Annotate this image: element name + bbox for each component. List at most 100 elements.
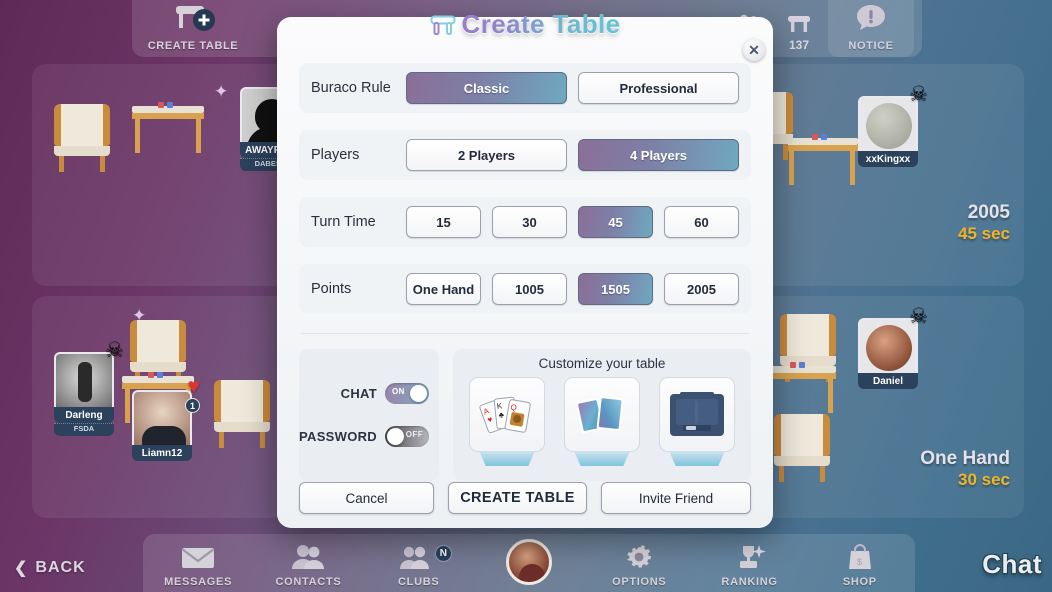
table-felt-thumb[interactable] bbox=[659, 377, 735, 452]
option-turntime-60[interactable]: 60 bbox=[664, 206, 739, 238]
option-buttons: Classic Professional bbox=[406, 72, 739, 104]
nav-label-shop: SHOP bbox=[842, 576, 877, 588]
room-turn-time: 30 sec bbox=[958, 469, 1010, 489]
nav-label-clubs: CLUBS bbox=[398, 576, 440, 588]
skull-icon: ☠ bbox=[909, 83, 928, 106]
thumb-wrap-card-faces: A ♥ K ♣ Q bbox=[466, 377, 548, 466]
table-furniture bbox=[132, 102, 204, 153]
sparkle-icon: ✦ bbox=[214, 82, 229, 101]
cancel-button[interactable]: Cancel bbox=[299, 482, 434, 514]
create-table-button[interactable]: CREATE TABLE bbox=[132, 0, 254, 57]
invite-friend-button[interactable]: Invite Friend bbox=[601, 482, 751, 514]
close-icon[interactable]: ✕ bbox=[743, 39, 765, 61]
player-count-badge: 1 bbox=[185, 398, 200, 413]
nav-item-profile[interactable] bbox=[474, 534, 584, 592]
chevron-left-icon: ❮ bbox=[14, 560, 29, 577]
nav-item-contacts[interactable]: CONTACTS bbox=[253, 534, 363, 592]
chat-password-panel: CHAT ON PASSWORD OFF bbox=[299, 349, 439, 481]
player-card[interactable]: Daniel ☠ bbox=[858, 306, 928, 389]
create-table-label: CREATE TABLE bbox=[147, 40, 239, 52]
clubs-icon bbox=[399, 543, 439, 576]
options-rows: Buraco Rule Classic Professional Players… bbox=[299, 63, 751, 331]
notice-button[interactable]: NOTICE bbox=[828, 0, 914, 57]
room-panel-1[interactable]: ✦ AWAYFRO DABEST ♣ 2 bbox=[32, 64, 312, 286]
create-table-button[interactable]: CREATE TABLE bbox=[448, 482, 587, 514]
option-row-turn-time: Turn Time 15 30 45 60 bbox=[299, 197, 751, 247]
heart-icon: ♥ bbox=[187, 375, 200, 398]
option-turntime-45[interactable]: 45 bbox=[578, 206, 653, 238]
option-points-2005[interactable]: 2005 bbox=[664, 273, 739, 305]
password-toggle-row: PASSWORD OFF bbox=[299, 426, 429, 447]
shop-bag-icon: $ bbox=[844, 543, 876, 576]
room-info: 2005 45 sec bbox=[958, 202, 1010, 243]
option-turntime-15[interactable]: 15 bbox=[406, 206, 481, 238]
chat-button[interactable]: Chat bbox=[982, 549, 1042, 580]
room-panel-3[interactable]: xxKingxx ☠ 2005 45 sec bbox=[737, 64, 1024, 286]
room-points: One Hand bbox=[920, 448, 1010, 469]
open-tables-counter: 137 bbox=[786, 13, 812, 52]
nav-item-shop[interactable]: $ SHOP bbox=[805, 534, 915, 592]
customize-title: Customize your table bbox=[538, 356, 666, 371]
option-players-4[interactable]: 4 Players bbox=[578, 139, 739, 171]
chat-toggle-row: CHAT ON bbox=[299, 383, 429, 404]
open-tables-count: 137 bbox=[788, 38, 810, 52]
trophy-icon bbox=[731, 543, 769, 576]
chat-toggle[interactable]: ON bbox=[385, 383, 429, 404]
thumb-base bbox=[479, 451, 535, 466]
room-info: One Hand 30 sec bbox=[920, 448, 1010, 489]
player-card[interactable]: xxKingxx ☠ bbox=[858, 84, 928, 167]
nav-label-contacts: CONTACTS bbox=[275, 576, 342, 588]
option-players-2[interactable]: 2 Players bbox=[406, 139, 567, 171]
option-points-1505[interactable]: 1505 bbox=[578, 273, 653, 305]
nav-item-options[interactable]: OPTIONS bbox=[584, 534, 694, 592]
nav-item-messages[interactable]: MESSAGES bbox=[143, 534, 253, 592]
create-table-dialog: Create Table ✕ Buraco Rule Classic Profe… bbox=[277, 9, 773, 528]
chair-furniture bbox=[54, 104, 110, 172]
room-panel-4[interactable]: Daniel ☠ One Hand 30 sec ✦ bbox=[742, 296, 1024, 518]
contacts-icon bbox=[289, 543, 327, 576]
chair-furniture bbox=[214, 380, 270, 448]
card-backs-thumb[interactable] bbox=[564, 377, 640, 452]
option-points-1005[interactable]: 1005 bbox=[492, 273, 567, 305]
dialog-footer: Cancel CREATE TABLE Invite Friend bbox=[299, 482, 751, 514]
password-toggle[interactable]: OFF bbox=[385, 426, 429, 447]
password-toggle-state: OFF bbox=[405, 430, 423, 439]
player-name: Darleng bbox=[54, 407, 114, 423]
customize-table-panel: Customize your table A ♥ K ♣ Q bbox=[453, 349, 751, 481]
player-name: xxKingxx bbox=[858, 151, 918, 167]
notice-bubble-icon bbox=[854, 3, 888, 38]
chat-toggle-label: CHAT bbox=[340, 386, 377, 401]
toggle-knob bbox=[410, 385, 427, 402]
option-buraco-professional[interactable]: Professional bbox=[578, 72, 739, 104]
option-buttons: 2 Players 4 Players bbox=[406, 139, 739, 171]
room-turn-time: 45 sec bbox=[958, 223, 1010, 243]
gear-icon bbox=[623, 543, 655, 576]
back-button[interactable]: ❮ BACK bbox=[14, 558, 86, 578]
chat-toggle-state: ON bbox=[392, 387, 405, 396]
table-icon bbox=[430, 15, 456, 35]
svg-text:$: $ bbox=[857, 557, 862, 567]
customize-thumbs: A ♥ K ♣ Q bbox=[466, 377, 738, 466]
option-buttons: 15 30 45 60 bbox=[406, 206, 739, 238]
card-faces-thumb[interactable]: A ♥ K ♣ Q bbox=[469, 377, 545, 452]
option-buraco-classic[interactable]: Classic bbox=[406, 72, 567, 104]
nav-item-ranking[interactable]: RANKING bbox=[694, 534, 804, 592]
option-label: Points bbox=[311, 281, 352, 297]
password-toggle-label: PASSWORD bbox=[299, 429, 377, 444]
option-points-one-hand[interactable]: One Hand bbox=[406, 273, 481, 305]
nav-label-messages: MESSAGES bbox=[164, 576, 233, 588]
skull-icon: ☠ bbox=[105, 339, 124, 362]
nav-item-clubs[interactable]: N CLUBS bbox=[364, 534, 474, 592]
option-buttons: One Hand 1005 1505 2005 bbox=[406, 273, 739, 305]
player-card[interactable]: Liamn12 ♥ 1 bbox=[132, 376, 200, 461]
clubs-notification-badge: N bbox=[434, 545, 452, 562]
option-label: Players bbox=[311, 147, 360, 163]
table-furniture bbox=[786, 134, 858, 185]
player-card[interactable]: Darleng FSDA ☠ bbox=[54, 340, 124, 436]
player-name: Daniel bbox=[858, 373, 918, 389]
bottom-nav: MESSAGES CONTACTS N CLUBS OPTIONS RANKIN… bbox=[143, 534, 915, 592]
lower-section: CHAT ON PASSWORD OFF Customize your tabl… bbox=[299, 349, 751, 481]
table-plus-icon bbox=[170, 3, 216, 38]
option-turntime-30[interactable]: 30 bbox=[492, 206, 567, 238]
room-panel-2[interactable]: ✦ Darleng FSDA ☠ Liamn12 ♥ 1 bbox=[32, 296, 312, 518]
